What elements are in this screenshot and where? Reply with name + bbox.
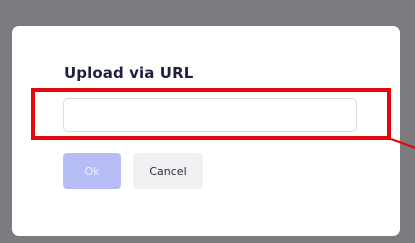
url-input[interactable]	[63, 98, 357, 132]
ok-button[interactable]: Ok	[63, 153, 121, 189]
cancel-button[interactable]: Cancel	[133, 153, 203, 189]
dialog-title: Upload via URL	[64, 64, 194, 82]
upload-url-dialog: Upload via URL Ok Cancel	[12, 26, 400, 236]
